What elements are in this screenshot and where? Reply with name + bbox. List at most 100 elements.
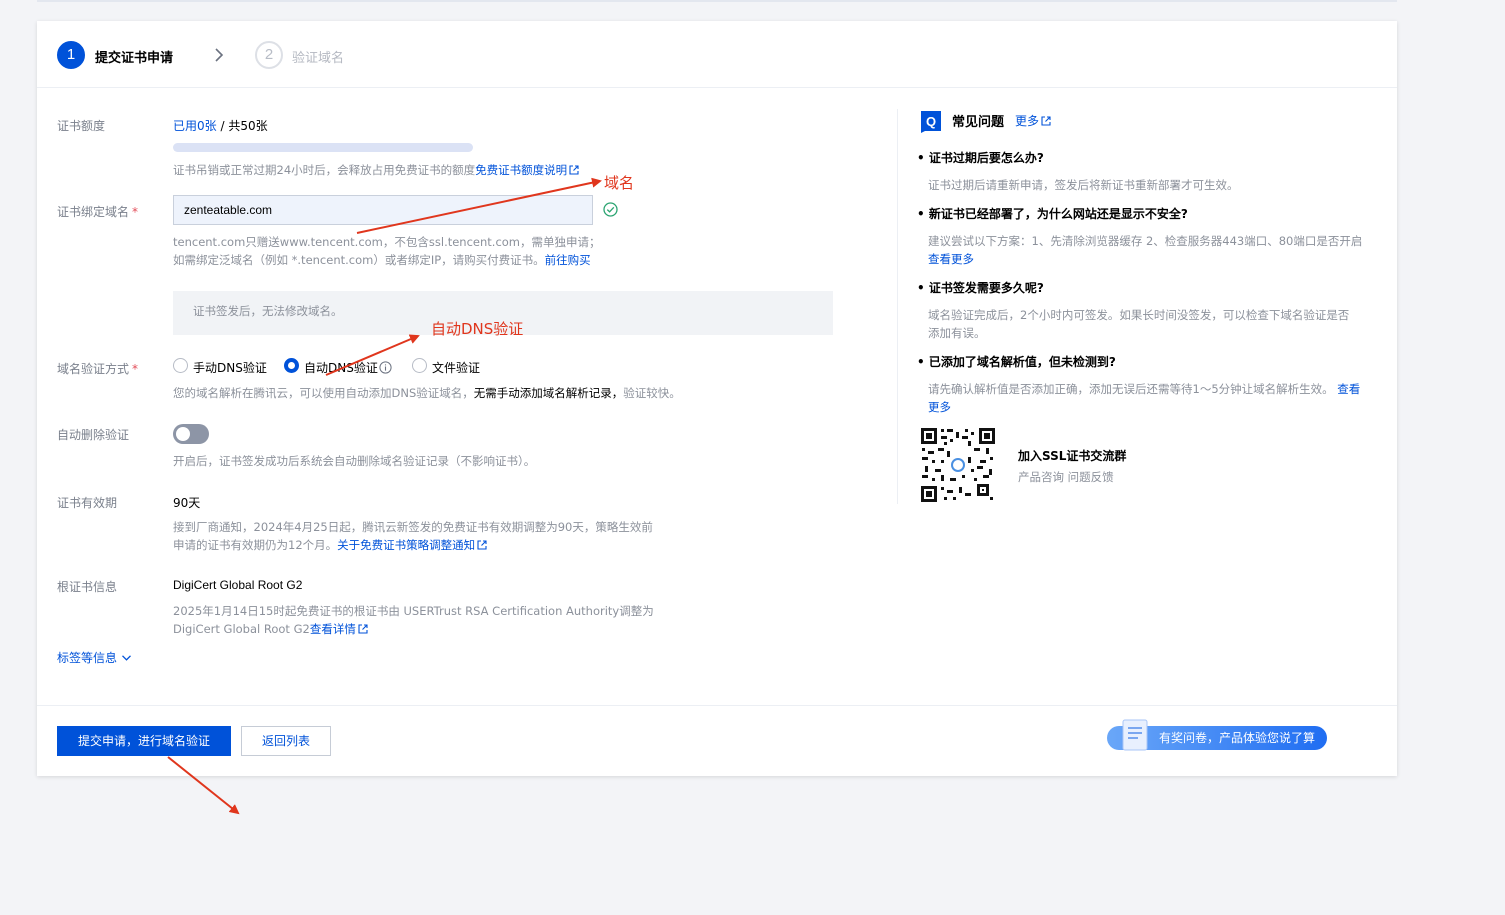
auto-delete-toggle[interactable] [173, 424, 209, 444]
auto-delete-label: 自动删除验证 [57, 428, 130, 442]
faq-more-text: 更多 [1015, 114, 1040, 128]
chevron-right-icon [215, 48, 224, 62]
faq-icon: Q [921, 111, 941, 133]
step-2-label: 验证域名 [292, 51, 345, 66]
step-2-number: 2 [255, 41, 283, 69]
annotation-domain: 域名 [604, 174, 635, 192]
validity-value: 90天 [173, 496, 201, 510]
radio-auto-dns[interactable] [284, 358, 299, 373]
domain-hint-line2-text: 如需绑定泛域名（例如 *.tencent.com）或者绑定IP，请购买付费证书。 [173, 253, 545, 267]
required-mark: * [132, 205, 139, 219]
quota-total: 共50张 [228, 119, 268, 133]
tags-expand-toggle[interactable]: 标签等信息 [57, 649, 132, 666]
faq-answer-1: 证书过期后请重新申请，签发后将新证书重新部署才可生效。 [928, 178, 1239, 192]
validity-hint-line2-text: 申请的证书有效期仍为12个月。 [173, 538, 338, 552]
panel-divider [897, 109, 898, 504]
faq-answer-4-more-link-a[interactable]: 查看 [1337, 382, 1360, 396]
validity-hint: 接到厂商通知，2024年4月25日起，腾讯云新签发的免费证书有效期调整为90天，… [173, 518, 653, 554]
quota-help-link[interactable]: 免费证书额度说明 [475, 163, 567, 177]
verify-hint-suffix: 验证较快。 [623, 386, 681, 400]
root-cert-hint: 2025年1月14日15时起免费证书的根证书由 USERTrust RSA Ce… [173, 602, 654, 638]
tags-toggle-text: 标签等信息 [57, 651, 118, 665]
faq-question-2[interactable]: • 新证书已经部署了，为什么网站还是显示不安全? [917, 205, 1188, 222]
ssl-group-subtitle: 产品咨询 问题反馈 [1018, 470, 1114, 484]
quota-progress-bar [173, 143, 473, 152]
footer-divider [37, 705, 1397, 706]
domain-label-text: 证书绑定域名 [57, 205, 130, 219]
root-cert-details-link[interactable]: 查看详情 [310, 622, 356, 636]
faq-answer-3-line2: 添加有误。 [928, 326, 986, 340]
quota-used: 已用0张 [173, 119, 217, 133]
annotation-auto-dns: 自动DNS验证 [431, 320, 524, 338]
external-link-icon [1041, 116, 1051, 126]
step-1-number: 1 [57, 41, 85, 69]
radio-file-label[interactable]: 文件验证 [432, 359, 480, 376]
steps-bar: 1 提交证书申请 2 验证域名 [37, 21, 1397, 88]
verify-hint-bold: 无需手动添加域名解析记录， [473, 386, 624, 400]
validity-hint-line2: 申请的证书有效期仍为12个月。关于免费证书策略调整通知 [173, 536, 653, 554]
quota-label: 证书额度 [57, 119, 106, 133]
verify-hint: 您的域名解析在腾讯云，可以使用自动添加DNS验证域名，无需手动添加域名解析记录，… [173, 384, 681, 402]
faq-answer-3-line1: 域名验证完成后，2个小时内可签发。如果长时间没签发，可以检查下域名验证是否 [928, 308, 1350, 322]
domain-input[interactable]: zenteatable.com [173, 195, 593, 225]
document-icon [1122, 719, 1148, 751]
faq-question-1[interactable]: • 证书过期后要怎么办? [917, 149, 1044, 166]
domain-label: 证书绑定域名 * [57, 203, 138, 220]
faq-question-2-text: 新证书已经部署了，为什么网站还是显示不安全? [928, 207, 1188, 221]
apply-card: 1 提交证书申请 2 验证域名 证书额度 已用0张 / 共50张 证书吊销或正常… [37, 21, 1397, 776]
faq-question-4[interactable]: • 已添加了域名解析值，但未检测到? [917, 353, 1116, 370]
chevron-down-icon [121, 655, 131, 661]
domain-hint-line1: tencent.com只赠送www.tencent.com，不包含ssl.ten… [173, 235, 601, 249]
step-1-label: 提交证书申请 [95, 51, 174, 66]
svg-text:Q: Q [926, 114, 936, 129]
faq-answer-4-more-link-b[interactable]: 更多 [928, 398, 1383, 416]
external-link-icon [477, 540, 487, 550]
root-cert-hint-line2-text: DigiCert Global Root G2 [173, 622, 310, 636]
qr-code-image [920, 427, 996, 503]
quota-hint: 证书吊销或正常过期24小时后，会释放占用免费证书的额度免费证书额度说明 [173, 161, 579, 179]
required-mark: * [132, 362, 139, 376]
faq-answer-4-text: 请先确认解析值是否添加正确，添加无误后还需等待1～5分钟让域名解析生效。 [928, 382, 1334, 396]
verify-hint-text: 您的域名解析在腾讯云，可以使用自动添加DNS验证域名， [173, 386, 474, 400]
buy-paid-cert-link[interactable]: 前往购买 [545, 253, 591, 267]
quota-sep: / [216, 119, 229, 133]
faq-question-1-text: 证书过期后要怎么办? [928, 151, 1044, 165]
faq-more-link[interactable]: 更多 [1015, 112, 1051, 129]
domain-hint: tencent.com只赠送www.tencent.com，不包含ssl.ten… [173, 233, 601, 269]
root-cert-value: DigiCert Global Root G2 [173, 578, 303, 592]
radio-manual-dns-label[interactable]: 手动DNS验证 [193, 359, 267, 376]
validity-hint-line1: 接到厂商通知，2024年4月25日起，腾讯云新签发的免费证书有效期调整为90天，… [173, 520, 653, 534]
radio-manual-dns[interactable] [173, 358, 188, 373]
domain-hint-line2: 如需绑定泛域名（例如 *.tencent.com）或者绑定IP，请购买付费证书。… [173, 251, 601, 269]
radio-auto-dns-text: 自动DNS验证 [304, 361, 378, 375]
faq-answer-2: 建议尝试以下方案：1、先清除浏览器缓存 2、检查服务器443端口、80端口是否开… [928, 232, 1383, 268]
faq-answer-4: 请先确认解析值是否添加正确，添加无误后还需等待1～5分钟让域名解析生效。 查看更… [928, 380, 1383, 416]
verify-label-text: 域名验证方式 [57, 362, 130, 376]
root-cert-label: 根证书信息 [57, 580, 118, 594]
ssl-group-title: 加入SSL证书交流群 [1018, 449, 1127, 463]
auto-delete-hint: 开启后，证书签发成功后系统会自动删除域名验证记录（不影响证书）。 [173, 454, 536, 468]
external-link-icon [358, 624, 368, 634]
radio-file[interactable] [412, 358, 427, 373]
check-circle-icon [603, 202, 618, 217]
quota-value: 已用0张 / 共50张 [173, 117, 268, 134]
radio-auto-dns-label[interactable]: 自动DNS验证 [304, 359, 392, 376]
faq-answer-2-text: 建议尝试以下方案：1、先清除浏览器缓存 2、检查服务器443端口、80端口是否开… [928, 234, 1363, 248]
faq-answer-3: 域名验证完成后，2个小时内可签发。如果长时间没签发，可以检查下域名验证是否 添加有… [928, 306, 1383, 342]
faq-question-4-text: 已添加了域名解析值，但未检测到? [928, 355, 1116, 369]
faq-title: 常见问题 [952, 115, 1005, 130]
top-divider [37, 0, 1397, 2]
verify-label: 域名验证方式 * [57, 360, 138, 377]
faq-question-3-text: 证书签发需要多久呢? [928, 281, 1044, 295]
validity-label: 证书有效期 [57, 496, 118, 510]
root-cert-hint-line1: 2025年1月14日15时起免费证书的根证书由 USERTrust RSA Ce… [173, 604, 654, 618]
faq-answer-2-more-link[interactable]: 查看更多 [928, 250, 1383, 268]
back-to-list-button[interactable]: 返回列表 [241, 726, 331, 756]
info-icon[interactable] [379, 361, 392, 374]
policy-notice-link[interactable]: 关于免费证书策略调整通知 [337, 538, 475, 552]
quota-hint-text: 证书吊销或正常过期24小时后，会释放占用免费证书的额度 [173, 163, 476, 177]
external-link-icon [569, 165, 579, 175]
root-cert-hint-line2: DigiCert Global Root G2查看详情 [173, 620, 654, 638]
faq-question-3[interactable]: • 证书签发需要多久呢? [917, 279, 1044, 296]
submit-button[interactable]: 提交申请，进行域名验证 [57, 726, 231, 756]
